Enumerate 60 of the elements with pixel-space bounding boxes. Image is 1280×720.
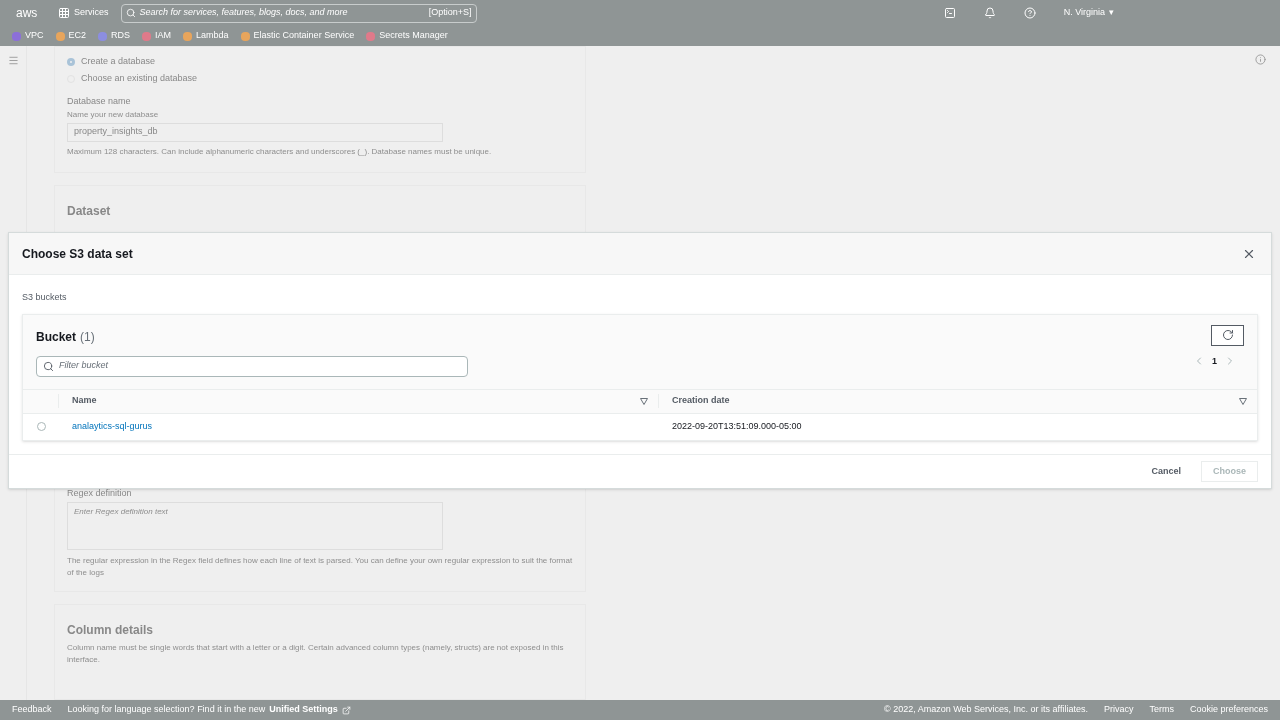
favorite-link[interactable]: Secrets Manager [379,29,448,43]
favorite-link[interactable]: IAM [155,29,172,43]
copyright-text: © 2022, Amazon Web Services, Inc. or its affiliates. [884,703,1088,717]
section-label: S3 buckets [22,291,68,304]
field-hint: The regular expression in the Regex field defines how each line of text is parsed. You can define your own regular expression to suit the format of the logs [67,555,574,580]
grid-icon[interactable] [58,7,70,19]
info-icon[interactable] [1254,54,1266,65]
external-link-icon [341,705,351,715]
caret-icon[interactable]: ▾ [1109,6,1114,20]
input-field[interactable]: property_insights_db [67,122,443,142]
menu-icon[interactable] [7,55,19,66]
favorite-link[interactable]: VPC [25,29,44,43]
refresh-button[interactable] [1211,324,1244,346]
logo-text[interactable]: aws [16,4,46,22]
modal-title: Choose S3 data set [22,245,133,263]
field-label: Database name [67,95,132,108]
field-hint: Maximum 128 characters. Can include alphanumeric characters and underscores (_). Database names must be unique. [67,145,493,158]
item-count: (1) [80,328,95,346]
search-field[interactable]: Search for services, features, blogs, docs, and more [Option+S] [120,3,477,23]
text-area[interactable]: Enter Regex definition text [67,502,443,551]
bucket-name-link[interactable]: analaytics-sql-gurus [59,419,659,434]
favorite-link[interactable]: Elastic Container Service [253,29,355,43]
footer-link[interactable]: Privacy [1103,703,1134,717]
favorite-link[interactable]: EC2 [68,29,87,43]
favorite-link[interactable]: RDS [111,29,131,43]
footer-link[interactable]: Terms [1149,703,1174,717]
section-description: Column name must be single words that start with a letter or a digit. Certain advanced column types (namely, structs) are not exposed in this interface. [67,642,565,667]
search-placeholder: Search for services, features, blogs, docs, and more [139,6,349,20]
page-number[interactable]: 1 [1212,354,1217,368]
shortcut-hint: [Option+S] [428,6,472,20]
field-label: Regex definition [67,486,133,500]
terminal-icon[interactable] [943,7,956,19]
table-cell-text: 2022-09-20T13:51:09.000-05:00 [671,419,803,433]
language-note: Looking for language selection? Find it in the new [67,703,266,717]
region-menu[interactable]: N. Virginia [1063,6,1105,20]
radio-label: Choose an existing database [81,71,198,85]
unified-settings-link[interactable]: Unified Settings [269,703,338,717]
search-icon [43,360,54,372]
favorite-link[interactable]: Lambda [196,29,229,43]
services-menu[interactable]: Services [74,6,109,20]
column-header[interactable]: Name [72,394,97,408]
section-heading: Column details [67,622,154,640]
footer-link[interactable]: Cookie preferences [1189,703,1268,717]
feedback-link[interactable]: Feedback [12,703,52,717]
field-description: Name your new database [67,108,160,121]
refresh-icon [1221,329,1234,341]
radio-button[interactable] [67,57,75,66]
column-header[interactable]: Creation date [672,394,730,408]
cancel-button[interactable]: Cancel [1151,464,1181,478]
help-icon[interactable] [1023,7,1036,19]
table-row[interactable]: analaytics-sql-gurus 2022-09-20T13:51:09.000-05:00 [23,413,1257,440]
table-title: Bucket [36,328,76,346]
search-icon [125,8,136,18]
sort-triangle-icon[interactable] [1239,397,1247,405]
bell-icon[interactable] [983,7,996,19]
filter-field[interactable]: Filter bucket [36,355,468,377]
filter-input[interactable]: Filter bucket [59,359,461,373]
radio-label: Create a database [81,54,156,68]
sort-triangle-icon[interactable] [640,397,648,405]
section-heading: Dataset [67,202,112,220]
